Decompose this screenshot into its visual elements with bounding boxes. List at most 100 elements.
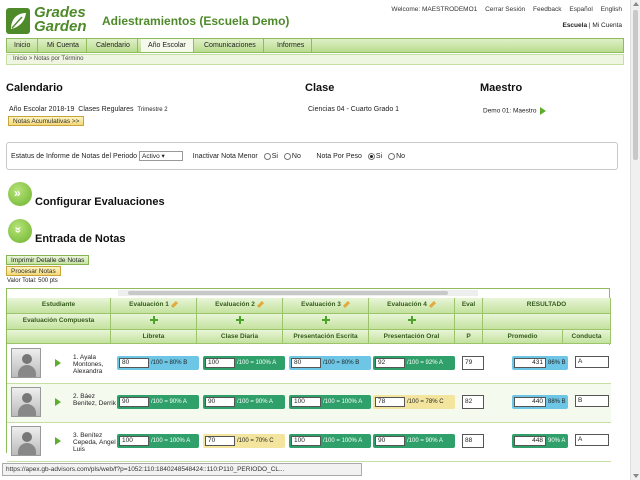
col-partial: P — [455, 330, 483, 344]
procesar-button[interactable]: Procesar Notas — [6, 266, 61, 276]
expand-entrada-icon[interactable]: » — [8, 219, 32, 243]
maestro-heading: Maestro — [480, 82, 523, 94]
scroll-down-icon[interactable] — [633, 474, 639, 478]
grade-input[interactable]: 88 — [462, 434, 484, 448]
logout-link[interactable]: Cerrar Sesión — [485, 6, 525, 13]
grade-cell: 90/100 = 90% A — [203, 395, 285, 409]
clase-value: Ciencias 04 - Cuarto Grado 1 — [308, 106, 400, 113]
promedio-value: 448 — [514, 436, 546, 446]
arrow-right-icon[interactable] — [55, 398, 61, 406]
promedio-pct: 88% B — [548, 399, 566, 405]
plus-icon[interactable] — [321, 316, 330, 325]
add-eval-2[interactable] — [197, 314, 283, 330]
arrow-right-icon[interactable] — [55, 437, 61, 445]
lang-es-link[interactable]: Español — [569, 6, 593, 13]
grade-result: /100 = 70% C — [237, 438, 274, 444]
nav-ano-escolar[interactable]: Año Escolar — [141, 39, 194, 52]
grade-input[interactable]: 90 — [205, 397, 235, 407]
conducta-input[interactable]: A — [575, 356, 609, 368]
breadcrumb-current: Notas por Término — [33, 56, 84, 62]
lang-en-link[interactable]: English — [601, 6, 622, 13]
student-name[interactable]: 1. Ayala Montones, Alexandra — [73, 354, 117, 375]
nav-comunicaciones[interactable]: Comunicaciones — [197, 39, 264, 52]
peso-si-radio[interactable] — [367, 152, 375, 160]
nav-inicio[interactable]: Inicio — [7, 39, 39, 52]
plus-icon[interactable] — [407, 316, 416, 325]
col-clase-diaria: Clase Diaria — [197, 330, 283, 344]
grade-input[interactable]: 92 — [375, 358, 405, 368]
peso-no-radio[interactable] — [388, 152, 396, 160]
mi-cuenta-link[interactable]: Mi Cuenta — [592, 22, 622, 29]
nav-mi-cuenta[interactable]: Mi Cuenta — [40, 39, 87, 52]
header-eval-5[interactable]: Eval — [455, 298, 483, 314]
grade-input[interactable]: 82 — [462, 395, 484, 409]
nav-informes[interactable]: Informes — [270, 39, 313, 52]
nav-calendario[interactable]: Calendario — [89, 39, 138, 52]
grade-input[interactable]: 100 — [205, 358, 235, 368]
inactivar-si-radio[interactable] — [263, 152, 271, 160]
pencil-icon[interactable] — [342, 300, 350, 308]
scroll-up-icon[interactable] — [633, 2, 639, 6]
grade-input[interactable]: 80 — [119, 358, 149, 368]
student-name[interactable]: 2. Báez Benítez, Derrik — [73, 393, 117, 407]
grade-input[interactable]: 90 — [119, 397, 149, 407]
header-eval-4[interactable]: Evaluación 4 — [369, 298, 455, 314]
vertical-scrollbar[interactable] — [630, 0, 640, 480]
inactivar-no-radio[interactable] — [283, 152, 291, 160]
grade-input[interactable]: 70 — [205, 436, 235, 446]
grade-result: /100 = 78% C — [407, 399, 444, 405]
conducta-input[interactable]: A — [575, 434, 609, 446]
grade-input[interactable]: 100 — [119, 436, 149, 446]
grade-result: /100 = 100% A — [323, 399, 363, 405]
breadcrumb-home[interactable]: Inicio — [13, 56, 27, 62]
scrollbar-thumb[interactable] — [128, 291, 448, 295]
grade-cell: 90/100 = 90% A — [117, 395, 199, 409]
horizontal-scrollbar[interactable] — [118, 290, 478, 296]
pencil-icon[interactable] — [428, 300, 436, 308]
clase-heading: Clase — [305, 82, 335, 94]
leaf-logo-icon — [6, 8, 30, 34]
plus-icon[interactable] — [235, 316, 244, 325]
header-eval-3[interactable]: Evaluación 3 — [283, 298, 369, 314]
promedio-cell: 440 88% B — [512, 395, 568, 409]
grade-input[interactable]: 100 — [291, 436, 321, 446]
grade-result: /100 = 92% A — [407, 360, 443, 366]
grade-input[interactable]: 80 — [291, 358, 321, 368]
table-row: 3. Benítez Cepeda, Angel Luis 100/100 = … — [7, 423, 611, 462]
conducta-input[interactable]: B — [575, 395, 609, 407]
logo[interactable]: Grades Garden — [6, 5, 96, 36]
grade-input[interactable]: 90 — [375, 436, 405, 446]
add-eval-4[interactable] — [369, 314, 455, 330]
grade-result: /100 = 80% B — [151, 360, 188, 366]
arrow-right-icon[interactable] — [540, 107, 547, 115]
scrollbar-thumb[interactable] — [633, 10, 638, 160]
add-eval-1[interactable] — [111, 314, 197, 330]
add-eval-3[interactable] — [283, 314, 369, 330]
expand-configurar-icon[interactable]: » — [8, 182, 32, 206]
grade-input[interactable]: 78 — [375, 397, 405, 407]
header-eval-1[interactable]: Evaluación 1 — [111, 298, 197, 314]
grade-input[interactable]: 79 — [462, 356, 484, 370]
notas-acumulativas-button[interactable]: Notas Acumulativas >> — [8, 116, 85, 126]
grade-input[interactable]: 100 — [291, 397, 321, 407]
grade-result: /100 = 100% A — [151, 438, 191, 444]
plus-icon[interactable] — [149, 316, 158, 325]
avatar — [11, 348, 41, 378]
student-name[interactable]: 3. Benítez Cepeda, Angel Luis — [73, 432, 117, 453]
inactivar-si-label: Si — [271, 152, 278, 160]
avatar — [11, 426, 41, 456]
pencil-icon[interactable] — [170, 300, 178, 308]
escuela-link[interactable]: Escuela — [562, 22, 587, 29]
configurar-heading[interactable]: Configurar Evaluaciones — [35, 196, 165, 208]
col-libreta: Libreta — [111, 330, 197, 344]
arrow-right-icon[interactable] — [55, 359, 61, 367]
imprimir-button[interactable]: Imprimir Detalle de Notas — [6, 255, 90, 265]
grades-grid: Estudiante Evaluación Compuesta Evaluaci… — [6, 288, 611, 462]
pencil-icon[interactable] — [256, 300, 264, 308]
feedback-link[interactable]: Feedback — [533, 6, 562, 13]
estatus-select[interactable]: Activo ▾ — [139, 151, 184, 161]
school-year: Año Escolar 2018-19 — [9, 106, 75, 113]
promedio-pct: 86% B — [548, 360, 566, 366]
col-promedio: Promedio — [483, 330, 563, 344]
header-eval-2[interactable]: Evaluación 2 — [197, 298, 283, 314]
